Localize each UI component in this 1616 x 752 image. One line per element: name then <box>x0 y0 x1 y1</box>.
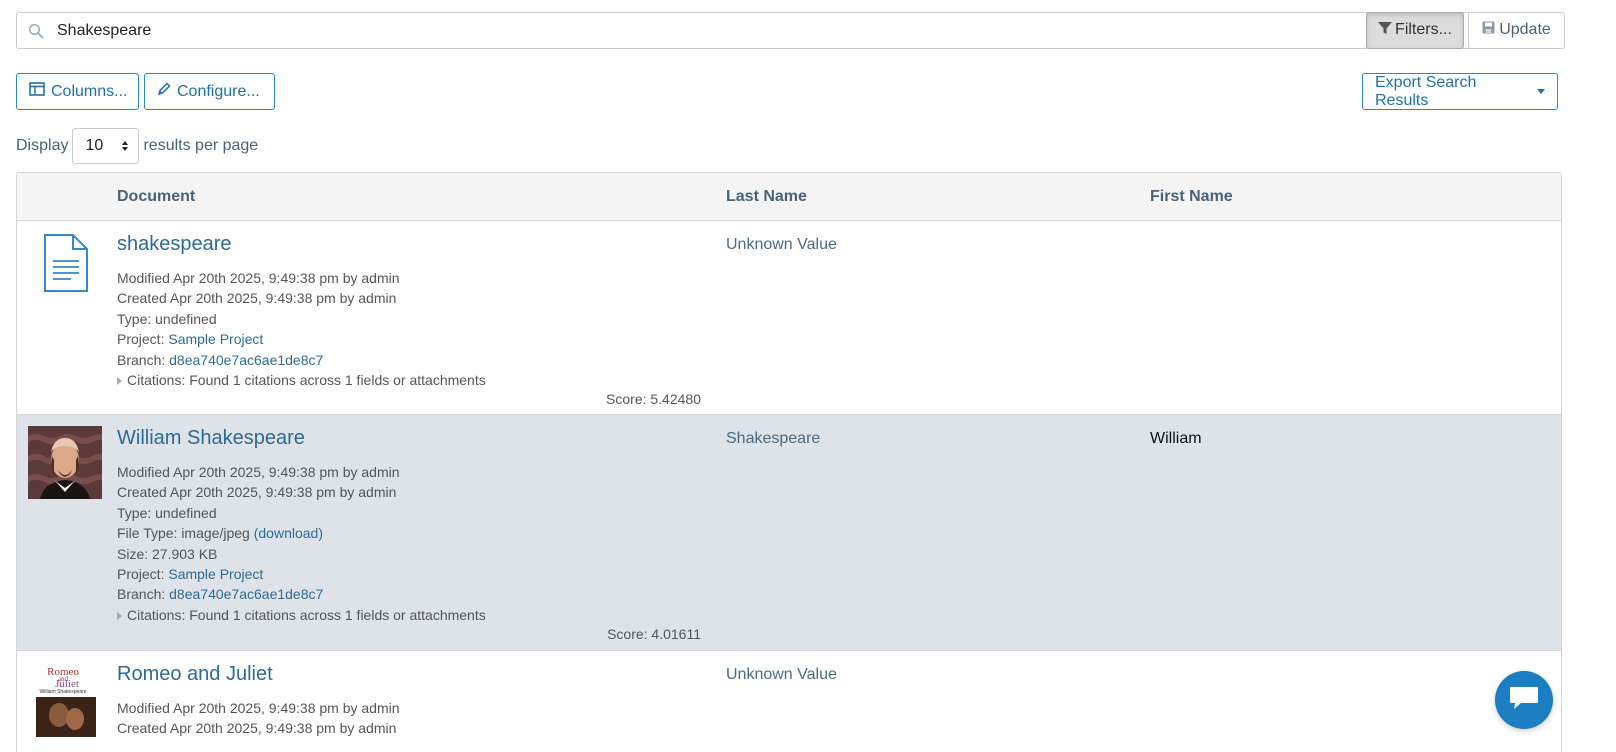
document-title-link[interactable]: William Shakespeare <box>117 427 305 450</box>
caret-down-icon <box>1537 89 1545 94</box>
project-link[interactable]: Sample Project <box>168 566 263 582</box>
update-button[interactable]: Update <box>1468 11 1565 49</box>
branch-label: Branch: <box>117 586 170 603</box>
modified-text: Modified Apr 20th 2025, 9:49:38 pm by ad… <box>117 270 400 286</box>
results-table: Document Last Name First Name shakespear… <box>16 172 1562 752</box>
chat-icon <box>1509 685 1539 716</box>
filters-button[interactable]: Filters... <box>1366 11 1464 49</box>
table-row[interactable]: shakespeare Modified Apr 20th 2025, 9:49… <box>17 221 1561 415</box>
file-type-text: File Type: image/jpeg <box>117 525 254 542</box>
table-row[interactable]: Romeo and Juliet William Shakespeare Rom… <box>17 651 1561 752</box>
export-search-results-button[interactable]: Export Search Results <box>1362 73 1558 110</box>
table-header: Document Last Name First Name <box>17 173 1561 221</box>
document-icon <box>41 233 91 295</box>
citations-toggle[interactable]: Citations: Found 1 citations across 1 fi… <box>117 605 486 625</box>
expand-triangle-icon <box>117 611 122 620</box>
branch-line: Branch: d8ea740e7ac6ae1de8c7 <box>117 350 486 370</box>
citations-text: Citations: Found 1 citations across 1 fi… <box>127 606 486 623</box>
per-page-select[interactable]: 10 <box>72 128 140 164</box>
display-prefix: Display <box>16 137 69 154</box>
update-label: Update <box>1499 21 1551 38</box>
branch-line: Branch: d8ea740e7ac6ae1de8c7 <box>117 584 486 604</box>
select-arrows-icon <box>122 141 129 151</box>
columns-icon <box>29 82 45 101</box>
configure-button[interactable]: Configure... <box>144 73 275 110</box>
table-row[interactable]: William Shakespeare Modified Apr 20th 20… <box>17 415 1561 651</box>
branch-label: Branch: <box>117 351 170 368</box>
last-name-cell: Unknown Value <box>726 236 837 253</box>
results-per-page-row: Display 10 results per page <box>16 128 258 164</box>
score-text: Score: 4.01611 <box>607 626 701 642</box>
modified-text: Modified Apr 20th 2025, 9:49:38 pm by ad… <box>117 464 400 480</box>
document-metadata: Modified Apr 20th 2025, 9:49:38 pm by ad… <box>117 698 400 739</box>
created-text: Created Apr 20th 2025, 9:49:38 pm by adm… <box>117 484 397 501</box>
per-page-value: 10 <box>85 137 104 154</box>
cover-text-author: William Shakespeare <box>40 689 87 695</box>
column-header-first-name[interactable]: First Name <box>1150 188 1233 206</box>
modified-text: Modified Apr 20th 2025, 9:49:38 pm by ad… <box>117 700 400 716</box>
citations-toggle[interactable]: Citations: Found 1 citations across 1 fi… <box>117 370 486 390</box>
project-link[interactable]: Sample Project <box>168 331 263 347</box>
project-label: Project: <box>117 331 169 348</box>
type-text: Type: undefined <box>117 504 217 521</box>
chat-button[interactable] <box>1495 671 1553 729</box>
project-line: Project: Sample Project <box>117 564 486 584</box>
portrait-thumbnail[interactable] <box>28 426 108 499</box>
type-text: Type: undefined <box>117 310 217 327</box>
filters-label: Filters... <box>1395 21 1452 38</box>
document-metadata: Modified Apr 20th 2025, 9:49:38 pm by ad… <box>117 268 486 390</box>
citations-text: Citations: Found 1 citations across 1 fi… <box>127 372 486 389</box>
document-title-link[interactable]: shakespeare <box>117 233 232 256</box>
save-icon <box>1482 21 1495 39</box>
file-type-line: File Type: image/jpeg (download) <box>117 523 486 543</box>
columns-button[interactable]: Columns... <box>16 73 139 110</box>
column-header-last-name[interactable]: Last Name <box>726 188 807 206</box>
column-header-document[interactable]: Document <box>117 188 195 206</box>
export-label: Export Search Results <box>1375 73 1477 109</box>
pencil-icon <box>157 82 171 101</box>
search-input[interactable] <box>51 14 1366 47</box>
created-text: Created Apr 20th 2025, 9:49:38 pm by adm… <box>117 720 397 737</box>
project-label: Project: <box>117 566 169 583</box>
first-name-cell: William <box>1150 430 1202 447</box>
configure-label: Configure... <box>177 82 260 100</box>
created-text: Created Apr 20th 2025, 9:49:38 pm by adm… <box>117 290 397 307</box>
document-title-link[interactable]: Romeo and Juliet <box>117 663 273 686</box>
filter-icon <box>1378 21 1393 40</box>
project-line: Project: Sample Project <box>117 329 486 349</box>
last-name-cell: Unknown Value <box>726 666 837 683</box>
last-name-cell: Shakespeare <box>726 430 821 447</box>
expand-triangle-icon <box>117 377 122 386</box>
columns-label: Columns... <box>51 82 128 100</box>
score-text: Score: 5.42480 <box>606 391 701 407</box>
branch-link[interactable]: d8ea740e7ac6ae1de8c7 <box>169 352 323 368</box>
branch-link[interactable]: d8ea740e7ac6ae1de8c7 <box>169 586 323 602</box>
search-bar: Filters... Update <box>16 11 1565 49</box>
search-icon <box>21 13 51 48</box>
download-link[interactable]: (download) <box>254 525 323 541</box>
document-metadata: Modified Apr 20th 2025, 9:49:38 pm by ad… <box>117 462 486 625</box>
display-suffix: results per page <box>143 137 259 154</box>
size-text: Size: 27.903 KB <box>117 545 218 562</box>
book-cover-thumbnail[interactable]: Romeo and Juliet William Shakespeare <box>31 663 101 737</box>
